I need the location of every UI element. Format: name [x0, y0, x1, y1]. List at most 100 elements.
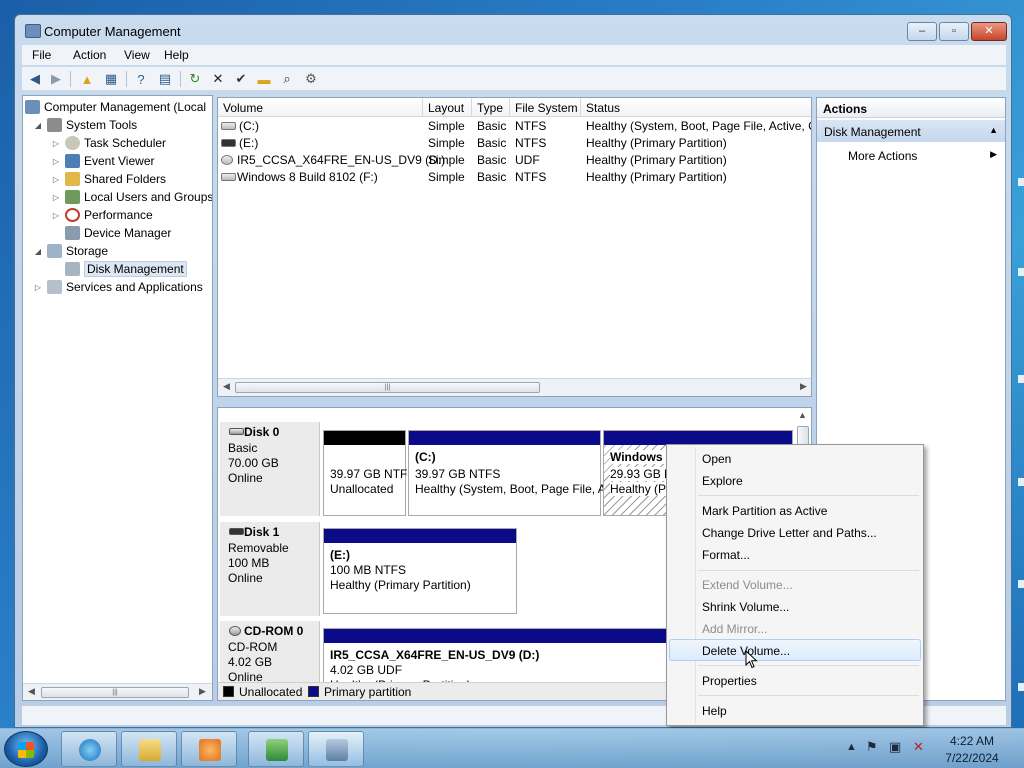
menu-item-properties[interactable]: Properties	[669, 669, 921, 691]
menu-item-open[interactable]: Open	[669, 447, 921, 469]
tree-item-local-users-groups[interactable]: ▷ Local Users and Groups	[51, 188, 212, 206]
app-icon	[266, 739, 288, 761]
menu-item-add-mirror[interactable]: Add Mirror...	[669, 617, 921, 639]
menu-item-mark-active[interactable]: Mark Partition as Active	[669, 499, 921, 521]
column-volume[interactable]: Volume	[223, 101, 263, 115]
menu-action[interactable]: Action	[73, 48, 106, 62]
minimize-button[interactable]: –	[907, 22, 937, 41]
table-row[interactable]: (E:) Simple Basic NTFS Healthy (Primary …	[218, 135, 811, 152]
column-divider[interactable]	[471, 98, 472, 117]
tree-item-services-applications[interactable]: ▷ Services and Applications	[33, 278, 203, 296]
cdrom-0-label[interactable]: CD-ROM 0 CD-ROM 4.02 GB Online	[220, 621, 320, 685]
table-row[interactable]: (C:) Simple Basic NTFS Healthy (System, …	[218, 118, 811, 135]
services-icon	[47, 280, 62, 294]
network-icon[interactable]: ▣	[889, 739, 901, 755]
column-type[interactable]: Type	[477, 101, 503, 115]
start-button[interactable]	[4, 731, 48, 767]
menu-help[interactable]: Help	[164, 48, 189, 62]
expand-icon[interactable]: ▷	[33, 283, 43, 292]
maximize-button[interactable]: ▫	[939, 22, 969, 41]
taskbar-media-player[interactable]	[181, 731, 237, 767]
volume-type: Basic	[477, 119, 507, 133]
search-icon[interactable]: ⌕	[278, 71, 296, 87]
menu-file[interactable]: File	[32, 48, 51, 62]
tree-item-task-scheduler[interactable]: ▷ Task Scheduler	[51, 134, 166, 152]
forward-arrow-icon[interactable]: ▶	[47, 71, 65, 87]
expand-icon[interactable]: ▷	[51, 139, 61, 148]
expand-icon[interactable]: ▷	[51, 157, 61, 166]
scroll-left-arrow-icon[interactable]: ◀	[223, 381, 230, 392]
tree-item-event-viewer[interactable]: ▷ Event Viewer	[51, 152, 154, 170]
scroll-thumb[interactable]: |||	[235, 382, 540, 393]
show-hidden-icons-icon[interactable]: ▲	[846, 741, 857, 753]
table-row[interactable]: IR5_CCSA_X64FRE_EN-US_DV9 (D:) Simple Ba…	[218, 152, 811, 169]
taskbar-computer-management[interactable]	[308, 731, 364, 767]
window-title: Computer Management	[44, 24, 181, 39]
column-layout[interactable]: Layout	[428, 101, 464, 115]
column-divider[interactable]	[580, 98, 581, 117]
taskbar-app[interactable]	[248, 731, 304, 767]
column-file-system[interactable]: File System	[515, 101, 578, 115]
volume-list-horizontal-scrollbar[interactable]: ◀ ||| ▶	[218, 378, 811, 396]
taskbar-internet-explorer[interactable]	[61, 731, 117, 767]
collapse-up-icon[interactable]: ▲	[989, 125, 998, 135]
tree-item-system-tools[interactable]: ◢ System Tools	[33, 116, 137, 134]
scroll-thumb[interactable]: |||	[41, 687, 189, 698]
show-hide-console-tree-icon[interactable]: ▦	[102, 71, 120, 87]
column-divider[interactable]	[422, 98, 423, 117]
partition-c[interactable]: (C:) 39.97 GB NTFS Healthy (System, Boot…	[408, 430, 606, 516]
taskbar-explorer[interactable]	[121, 731, 177, 767]
tree-item-shared-folders[interactable]: ▷ Shared Folders	[51, 170, 166, 188]
tree-item-computer-management[interactable]: Computer Management (Local	[25, 98, 206, 116]
more-actions-item[interactable]: More Actions ▶	[817, 146, 1005, 164]
toolbar-separator	[126, 71, 127, 87]
menu-item-change-drive-letter[interactable]: Change Drive Letter and Paths...	[669, 521, 921, 543]
collapse-icon[interactable]: ◢	[33, 121, 43, 130]
close-button[interactable]: ✕	[971, 22, 1007, 41]
scroll-right-arrow-icon[interactable]: ▶	[800, 381, 807, 392]
refresh-icon[interactable]: ↻	[186, 71, 204, 87]
menu-item-shrink-volume[interactable]: Shrink Volume...	[669, 595, 921, 617]
expand-icon[interactable]: ▷	[51, 211, 61, 220]
menu-item-extend-volume[interactable]: Extend Volume...	[669, 573, 921, 595]
scroll-up-arrow-icon[interactable]: ▲	[798, 410, 807, 420]
disk-0-label[interactable]: Disk 0 Basic 70.00 GB Online	[220, 422, 320, 516]
table-row[interactable]: Windows 8 Build 8102 (F:) Simple Basic N…	[218, 169, 811, 186]
scroll-left-arrow-icon[interactable]: ◀	[28, 686, 35, 697]
expand-icon[interactable]: ▷	[51, 193, 61, 202]
clock-icon	[65, 136, 80, 150]
open-folder-icon[interactable]: ▬	[255, 71, 273, 87]
up-folder-icon[interactable]: ▲	[78, 71, 96, 87]
menu-item-format[interactable]: Format...	[669, 543, 921, 565]
menu-item-delete-volume[interactable]: Delete Volume...	[669, 639, 921, 661]
partition-color-bar	[324, 431, 405, 445]
settings-icon[interactable]: ⚙	[302, 71, 320, 87]
expand-icon[interactable]: ▷	[51, 175, 61, 184]
column-divider[interactable]	[509, 98, 510, 117]
back-arrow-icon[interactable]: ◀	[26, 71, 44, 87]
action-center-flag-icon[interactable]: ⚑	[866, 739, 878, 755]
scroll-right-arrow-icon[interactable]: ▶	[199, 686, 206, 697]
delete-icon[interactable]: ✕	[209, 71, 227, 87]
volume-muted-icon[interactable]: ✕	[913, 739, 924, 755]
tree-item-storage[interactable]: ◢ Storage	[33, 242, 108, 260]
partition-e[interactable]: (E:) 100 MB NTFS Healthy (Primary Partit…	[323, 528, 517, 614]
clock[interactable]: 4:22 AM 7/22/2024	[940, 733, 1004, 767]
collapse-icon[interactable]: ◢	[33, 247, 43, 256]
menu-item-help[interactable]: Help	[669, 699, 921, 721]
column-status[interactable]: Status	[586, 101, 620, 115]
tree-item-performance[interactable]: ▷ Performance	[51, 206, 153, 224]
tree-item-device-manager[interactable]: Device Manager	[51, 224, 171, 242]
media-player-icon	[199, 739, 221, 761]
help-icon[interactable]: ?	[132, 71, 150, 87]
tree-horizontal-scrollbar[interactable]: ◀ ||| ▶	[23, 683, 212, 700]
menu-item-explore[interactable]: Explore	[669, 469, 921, 491]
properties-icon[interactable]: ✔	[232, 71, 250, 87]
show-action-pane-icon[interactable]: ▤	[156, 71, 174, 87]
menu-view[interactable]: View	[124, 48, 150, 62]
disk-1-label[interactable]: Disk 1 Removable 100 MB Online	[220, 522, 320, 616]
legend-primary: Primary partition	[324, 685, 412, 699]
actions-section-disk-management[interactable]: Disk Management ▲	[817, 120, 1005, 142]
tree-item-disk-management[interactable]: Disk Management	[51, 260, 187, 278]
partition-unallocated[interactable]: 39.97 GB NTFS Unallocated	[323, 430, 415, 516]
